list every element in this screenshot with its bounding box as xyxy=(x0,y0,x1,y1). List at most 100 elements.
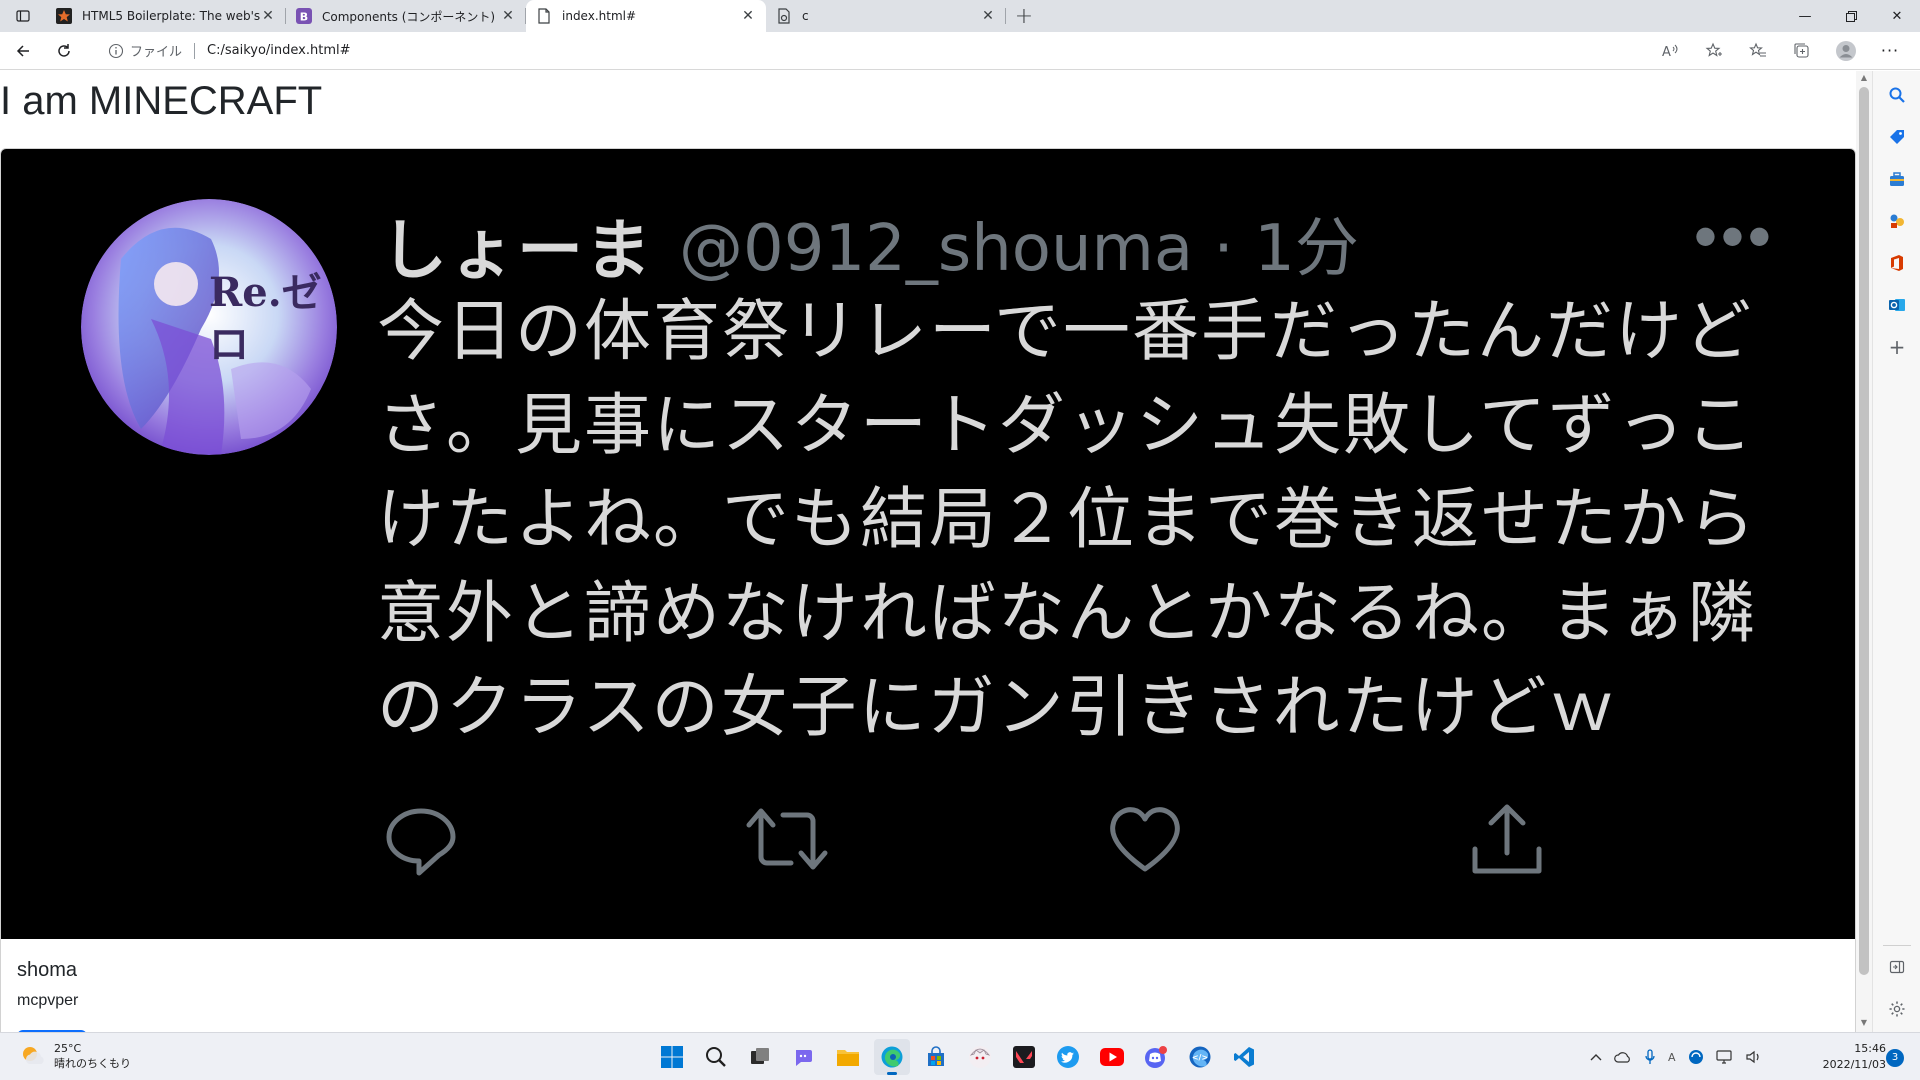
sidebar-hide-button[interactable] xyxy=(1885,955,1909,979)
start-button[interactable] xyxy=(654,1039,690,1075)
games-icon xyxy=(1890,214,1904,228)
taskbar-search-button[interactable] xyxy=(698,1039,734,1075)
outlook-icon xyxy=(1889,299,1905,311)
file-explorer-button[interactable] xyxy=(830,1039,866,1075)
read-aloud-button[interactable]: A xyxy=(1648,36,1692,66)
notification-badge[interactable]: 3 xyxy=(1886,1049,1904,1067)
sidebar-search-button[interactable] xyxy=(1885,83,1909,107)
back-button[interactable] xyxy=(5,36,41,66)
page-heading: I am MINECRAFT xyxy=(0,79,323,123)
store-button[interactable] xyxy=(918,1039,954,1075)
sidebar-add-button[interactable]: + xyxy=(1885,335,1909,359)
address-bar[interactable]: ファイル C:/saikyo/index.html# xyxy=(108,36,351,66)
tab-actions-icon xyxy=(16,10,30,22)
bootstrap-icon: B xyxy=(296,8,312,24)
tab-c[interactable]: c ✕ xyxy=(766,0,1006,32)
sidebar-divider xyxy=(1883,945,1911,946)
weather-temp: 25°C xyxy=(54,1042,82,1055)
shopping-tag-icon xyxy=(1890,130,1904,144)
gear-icon xyxy=(1889,1001,1905,1017)
valorant-button[interactable] xyxy=(1006,1039,1042,1075)
like-heart-icon xyxy=(1105,799,1185,879)
settings-more-button[interactable]: ··· xyxy=(1868,36,1912,66)
browser-toolbar: ファイル C:/saikyo/index.html# A ··· xyxy=(0,32,1920,70)
page-scrollbar[interactable]: ▲ ▼ xyxy=(1856,71,1872,1032)
edge-dev-button[interactable]: </> xyxy=(1182,1039,1218,1075)
close-icon[interactable]: ✕ xyxy=(260,8,276,24)
system-tray: A xyxy=(1590,1041,1774,1073)
task-view-button[interactable] xyxy=(742,1039,778,1075)
edge-dev-icon: </> xyxy=(1189,1046,1211,1068)
sidebar-tools-button[interactable] xyxy=(1885,167,1909,191)
svg-text:A: A xyxy=(1662,45,1671,59)
sidebar-shopping-button[interactable] xyxy=(1885,125,1909,149)
window-controls: — ✕ xyxy=(1782,0,1920,32)
network-icon[interactable] xyxy=(1715,1050,1734,1064)
tab-index[interactable]: index.html# ✕ xyxy=(526,0,766,32)
refresh-button[interactable] xyxy=(46,36,82,66)
scroll-down-arrow-icon[interactable]: ▼ xyxy=(1856,1018,1872,1032)
close-icon[interactable]: ✕ xyxy=(980,8,996,24)
tweet-handle-time: @0912_shouma · 1分 xyxy=(679,212,1359,286)
search-icon xyxy=(706,1047,726,1067)
youtube-button[interactable] xyxy=(1094,1039,1130,1075)
folder-icon xyxy=(837,1050,859,1066)
sidebar-office-button[interactable] xyxy=(1885,251,1909,275)
tab-actions-button[interactable] xyxy=(0,0,46,32)
restore-icon xyxy=(1845,10,1857,22)
tweet-line: 意外と諦めなければなんとかなるね。まぁ隣 xyxy=(377,574,1757,652)
tray-overflow-chevron-icon[interactable] xyxy=(1590,1052,1602,1062)
edge-taskbar-button[interactable] xyxy=(874,1039,910,1075)
restore-button[interactable] xyxy=(1828,0,1874,32)
youtube-icon xyxy=(1100,1048,1124,1066)
sidebar-games-button[interactable] xyxy=(1885,209,1909,233)
tweet-avatar: Re.ゼロ xyxy=(81,199,337,455)
scroll-up-arrow-icon[interactable]: ▲ xyxy=(1856,73,1872,87)
discord-button[interactable] xyxy=(1138,1039,1174,1075)
onedrive-cloud-icon[interactable] xyxy=(1614,1051,1632,1063)
clock-time: 15:46 xyxy=(1854,1042,1886,1055)
tab-title: c xyxy=(802,9,809,23)
close-icon[interactable]: ✕ xyxy=(740,8,756,24)
twitter-button[interactable] xyxy=(1050,1039,1086,1075)
vscode-button[interactable] xyxy=(1226,1039,1262,1075)
minimize-button[interactable]: — xyxy=(1782,0,1828,32)
security-shield-icon[interactable] xyxy=(1688,1049,1704,1065)
tweet-line: のクラスの女子にガン引きされたけどｗ xyxy=(377,668,1618,746)
weather-widget[interactable]: 25°C 晴れのちくもり xyxy=(18,1041,131,1071)
favorites-button[interactable] xyxy=(1736,36,1780,66)
svg-text:B: B xyxy=(300,11,308,24)
microphone-icon[interactable] xyxy=(1644,1049,1656,1065)
read-aloud-icon: A xyxy=(1662,44,1678,59)
scrollbar-thumb[interactable] xyxy=(1859,87,1869,975)
twitter-icon xyxy=(1057,1046,1079,1068)
windows-logo-icon xyxy=(661,1046,683,1068)
toolbox-icon xyxy=(1890,172,1904,186)
collections-button[interactable] xyxy=(1780,36,1824,66)
taskbar-clock[interactable]: 15:46 2022/11/03 xyxy=(1810,1041,1886,1073)
sidebar-settings-button[interactable] xyxy=(1885,997,1909,1021)
page-viewport: I am MINECRAFT Re.ゼロ しょーま @0912_shouma ·… xyxy=(0,71,1856,1032)
new-tab-button[interactable]: + xyxy=(1006,0,1042,32)
profile-button[interactable] xyxy=(1824,36,1868,66)
chat-icon xyxy=(796,1050,812,1066)
file-label: ファイル xyxy=(130,45,183,60)
taskbar-apps: </> xyxy=(654,1039,1270,1075)
ime-indicator-icon[interactable]: A xyxy=(1668,1051,1676,1064)
volume-icon[interactable] xyxy=(1745,1050,1762,1064)
tab-title: Components (コンポーネント) · Boo xyxy=(322,9,500,24)
anime-app-button[interactable] xyxy=(962,1039,998,1075)
tab-h5bp[interactable]: HTML5 Boilerplate: The web's m ✕ xyxy=(46,0,286,32)
refresh-icon xyxy=(58,43,70,57)
sidebar-outlook-button[interactable] xyxy=(1885,293,1909,317)
card-text: mcpvper xyxy=(17,992,79,1009)
teams-chat-button[interactable] xyxy=(786,1039,822,1075)
star-add-icon xyxy=(1705,42,1722,57)
site-info-button[interactable]: ファイル xyxy=(108,41,182,60)
avatar-logo-text: Re.ゼロ xyxy=(209,269,322,368)
add-favorite-button[interactable] xyxy=(1692,36,1736,66)
close-icon[interactable]: ✕ xyxy=(500,8,516,24)
more-icon: ··· xyxy=(1880,41,1900,60)
close-window-button[interactable]: ✕ xyxy=(1874,0,1920,32)
tab-bootstrap[interactable]: B Components (コンポーネント) · Boo ✕ xyxy=(286,0,526,32)
